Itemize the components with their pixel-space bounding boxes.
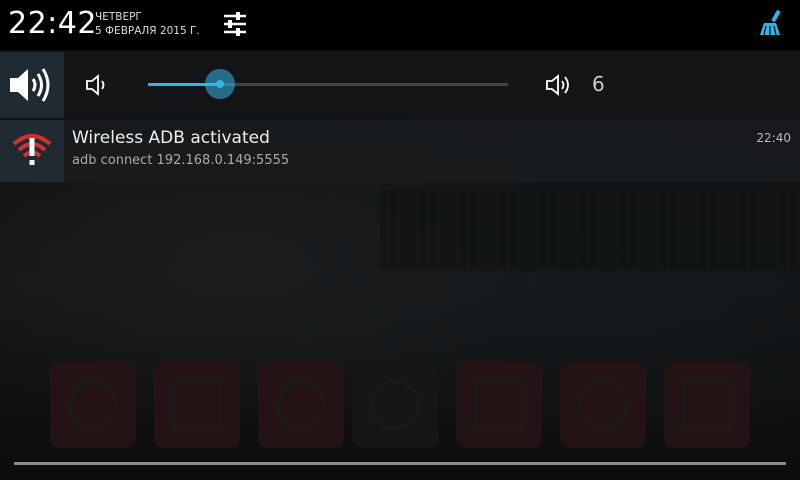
weekday: ЧЕТВЕРГ	[95, 11, 142, 23]
volume-high-icon	[544, 71, 574, 99]
speaker-icon	[10, 68, 50, 102]
notification-title: Wireless ADB activated	[72, 128, 270, 148]
drawer-handle[interactable]	[14, 462, 786, 465]
wifi-warning-icon	[12, 134, 52, 165]
clock: 22:42	[8, 6, 97, 41]
dock-icon-bluetooth	[258, 362, 344, 448]
broom-icon	[760, 9, 781, 36]
notification-icon-tile	[0, 120, 64, 182]
sliders-icon	[224, 12, 246, 36]
dock-icon-video	[560, 362, 646, 448]
status-bar: 22:42 ЧЕТВЕРГ 5 ФЕВРАЛЯ 2015 Г.	[0, 0, 800, 50]
volume-low-icon	[84, 72, 110, 98]
date: 5 ФЕВРАЛЯ 2015 Г.	[95, 25, 200, 37]
volume-stream-button[interactable]	[0, 52, 64, 118]
notification-time: 22:40	[756, 131, 791, 145]
dock-icon-music	[456, 362, 542, 448]
clear-notifications-button[interactable]	[758, 9, 786, 39]
notification-text: adb connect 192.168.0.149:5555	[72, 153, 290, 168]
dock-icon-app	[352, 362, 438, 448]
volume-value: 6	[592, 72, 605, 96]
quick-settings-button[interactable]	[221, 10, 249, 38]
notification-wireless-adb[interactable]: Wireless ADB activated adb connect 192.1…	[0, 120, 800, 182]
home-dock	[0, 362, 800, 452]
volume-slider[interactable]	[148, 69, 508, 99]
dock-icon-apps	[664, 362, 750, 448]
volume-panel: 6	[0, 52, 800, 118]
volume-slider-thumb[interactable]	[205, 69, 235, 99]
dock-icon-compass	[50, 362, 136, 448]
dock-icon-radio	[154, 362, 240, 448]
wallpaper-trees	[380, 190, 800, 270]
